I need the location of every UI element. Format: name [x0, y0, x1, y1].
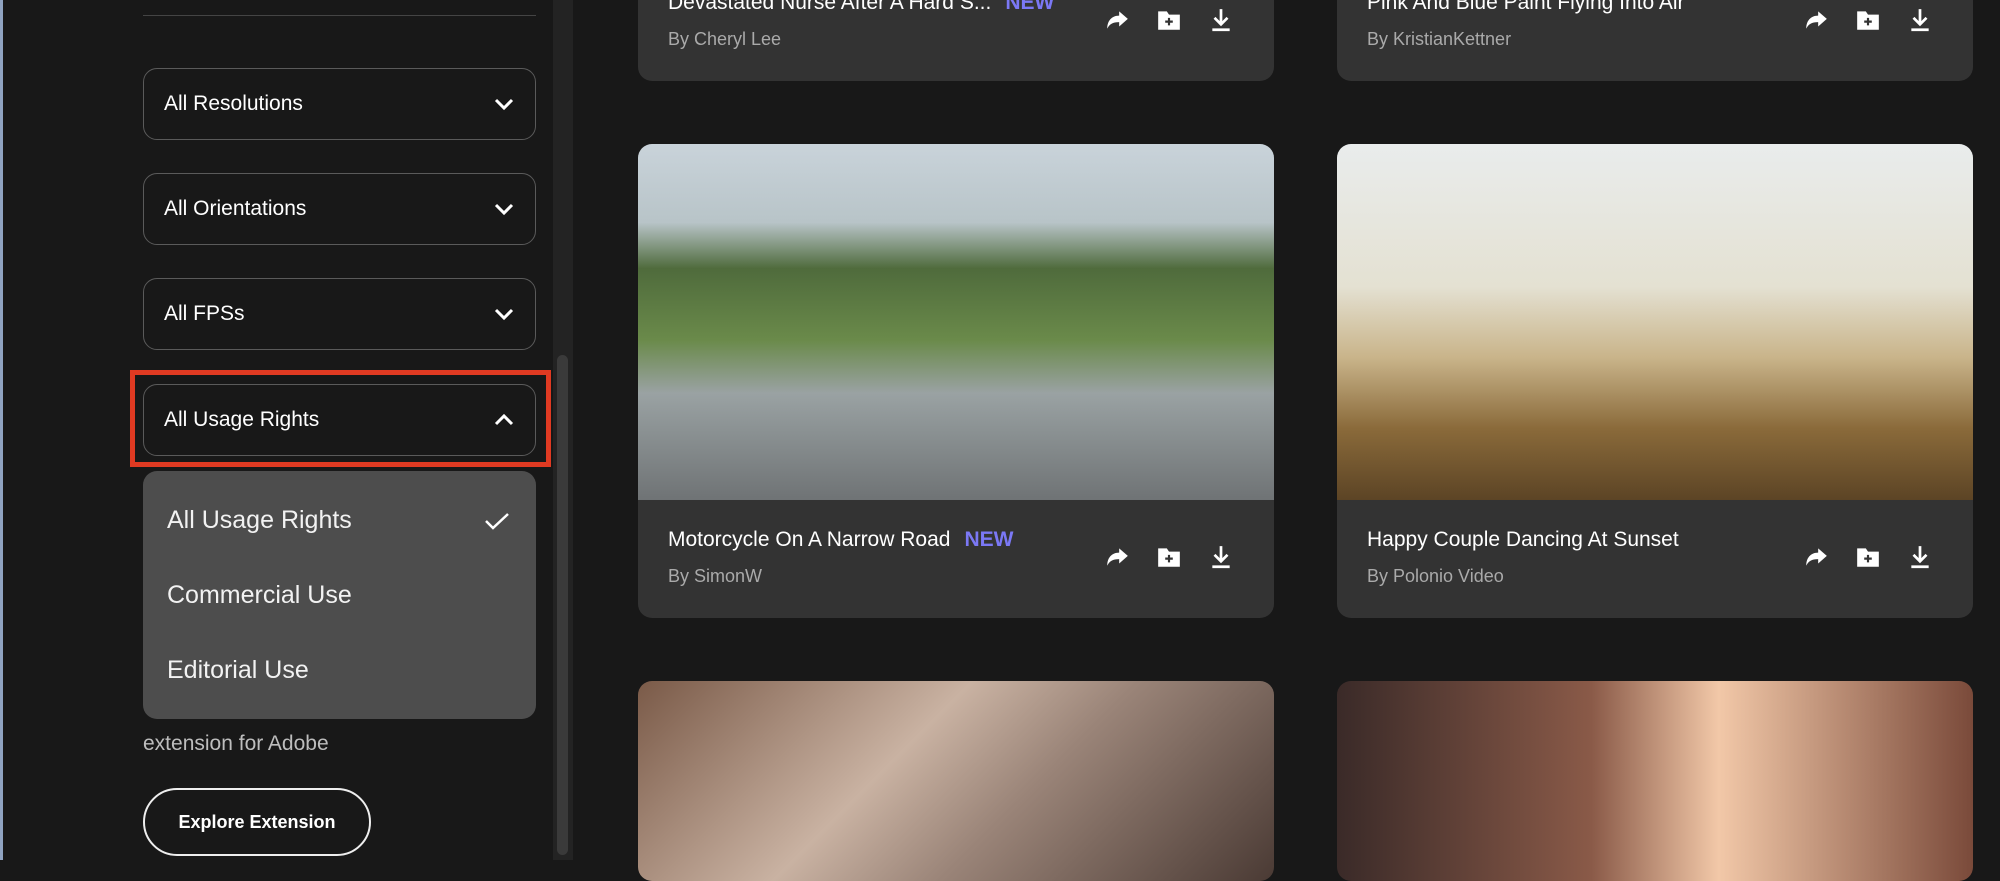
- video-thumbnail[interactable]: [638, 681, 1274, 881]
- window-edge: [0, 0, 3, 860]
- add-to-folder-icon[interactable]: [1855, 544, 1881, 570]
- explore-extension-button[interactable]: Explore Extension: [143, 788, 371, 856]
- share-icon[interactable]: [1803, 544, 1829, 570]
- sidebar-divider: [143, 15, 536, 16]
- add-to-folder-icon[interactable]: [1156, 7, 1182, 33]
- video-thumbnail[interactable]: [1337, 681, 1973, 881]
- download-icon[interactable]: [1907, 544, 1933, 570]
- new-badge: NEW: [964, 528, 1014, 551]
- menu-item-commercial-use[interactable]: Commercial Use: [143, 558, 536, 633]
- video-card[interactable]: Happy Couple Dancing At Sunset By Polonio…: [1337, 144, 1973, 618]
- video-card[interactable]: Motorcycle On A Narrow Road NEW By SimonW: [638, 144, 1274, 618]
- menu-item-editorial-use[interactable]: Editorial Use: [143, 633, 536, 708]
- resolution-dropdown[interactable]: All Resolutions: [143, 68, 536, 140]
- highlight-box: [130, 370, 551, 467]
- card-title[interactable]: Happy Couple Dancing At Sunset: [1367, 528, 1679, 552]
- fps-dropdown[interactable]: All FPSs: [143, 278, 536, 350]
- card-title[interactable]: Motorcycle On A Narrow Road: [668, 528, 950, 552]
- new-badge: NEW: [1005, 0, 1055, 14]
- download-icon[interactable]: [1208, 544, 1234, 570]
- share-icon[interactable]: [1803, 7, 1829, 33]
- share-icon[interactable]: [1104, 7, 1130, 33]
- video-thumbnail[interactable]: [638, 144, 1274, 500]
- scrollbar-thumb[interactable]: [557, 355, 568, 855]
- download-icon[interactable]: [1907, 7, 1933, 33]
- card-title[interactable]: Devastated Nurse After A Hard S...: [668, 0, 991, 15]
- card-title[interactable]: Pink And Blue Paint Flying Into Air: [1367, 0, 1685, 15]
- add-to-folder-icon[interactable]: [1855, 7, 1881, 33]
- menu-item-label: Editorial Use: [167, 656, 309, 684]
- dropdown-label: All Resolutions: [164, 92, 303, 115]
- menu-item-label: All Usage Rights: [167, 506, 352, 534]
- download-icon[interactable]: [1208, 7, 1234, 33]
- chevron-down-icon: [494, 203, 514, 216]
- chevron-down-icon: [494, 308, 514, 321]
- usage-rights-menu: All Usage Rights Commercial Use Editoria…: [143, 471, 536, 719]
- dropdown-label: All Orientations: [164, 197, 307, 220]
- video-card[interactable]: Pink And Blue Paint Flying Into Air By Kr…: [1337, 0, 1973, 81]
- checkmark-icon: [485, 512, 509, 530]
- dropdown-label: All FPSs: [164, 302, 245, 325]
- video-thumbnail[interactable]: [1337, 144, 1973, 500]
- chevron-down-icon: [494, 98, 514, 111]
- video-card[interactable]: Devastated Nurse After A Hard S... NEW By …: [638, 0, 1274, 81]
- menu-item-label: Commercial Use: [167, 581, 352, 609]
- share-icon[interactable]: [1104, 544, 1130, 570]
- add-to-folder-icon[interactable]: [1156, 544, 1182, 570]
- promo-text: extension for Adobe: [143, 732, 329, 755]
- orientation-dropdown[interactable]: All Orientations: [143, 173, 536, 245]
- menu-item-all-usage-rights[interactable]: All Usage Rights: [143, 483, 536, 558]
